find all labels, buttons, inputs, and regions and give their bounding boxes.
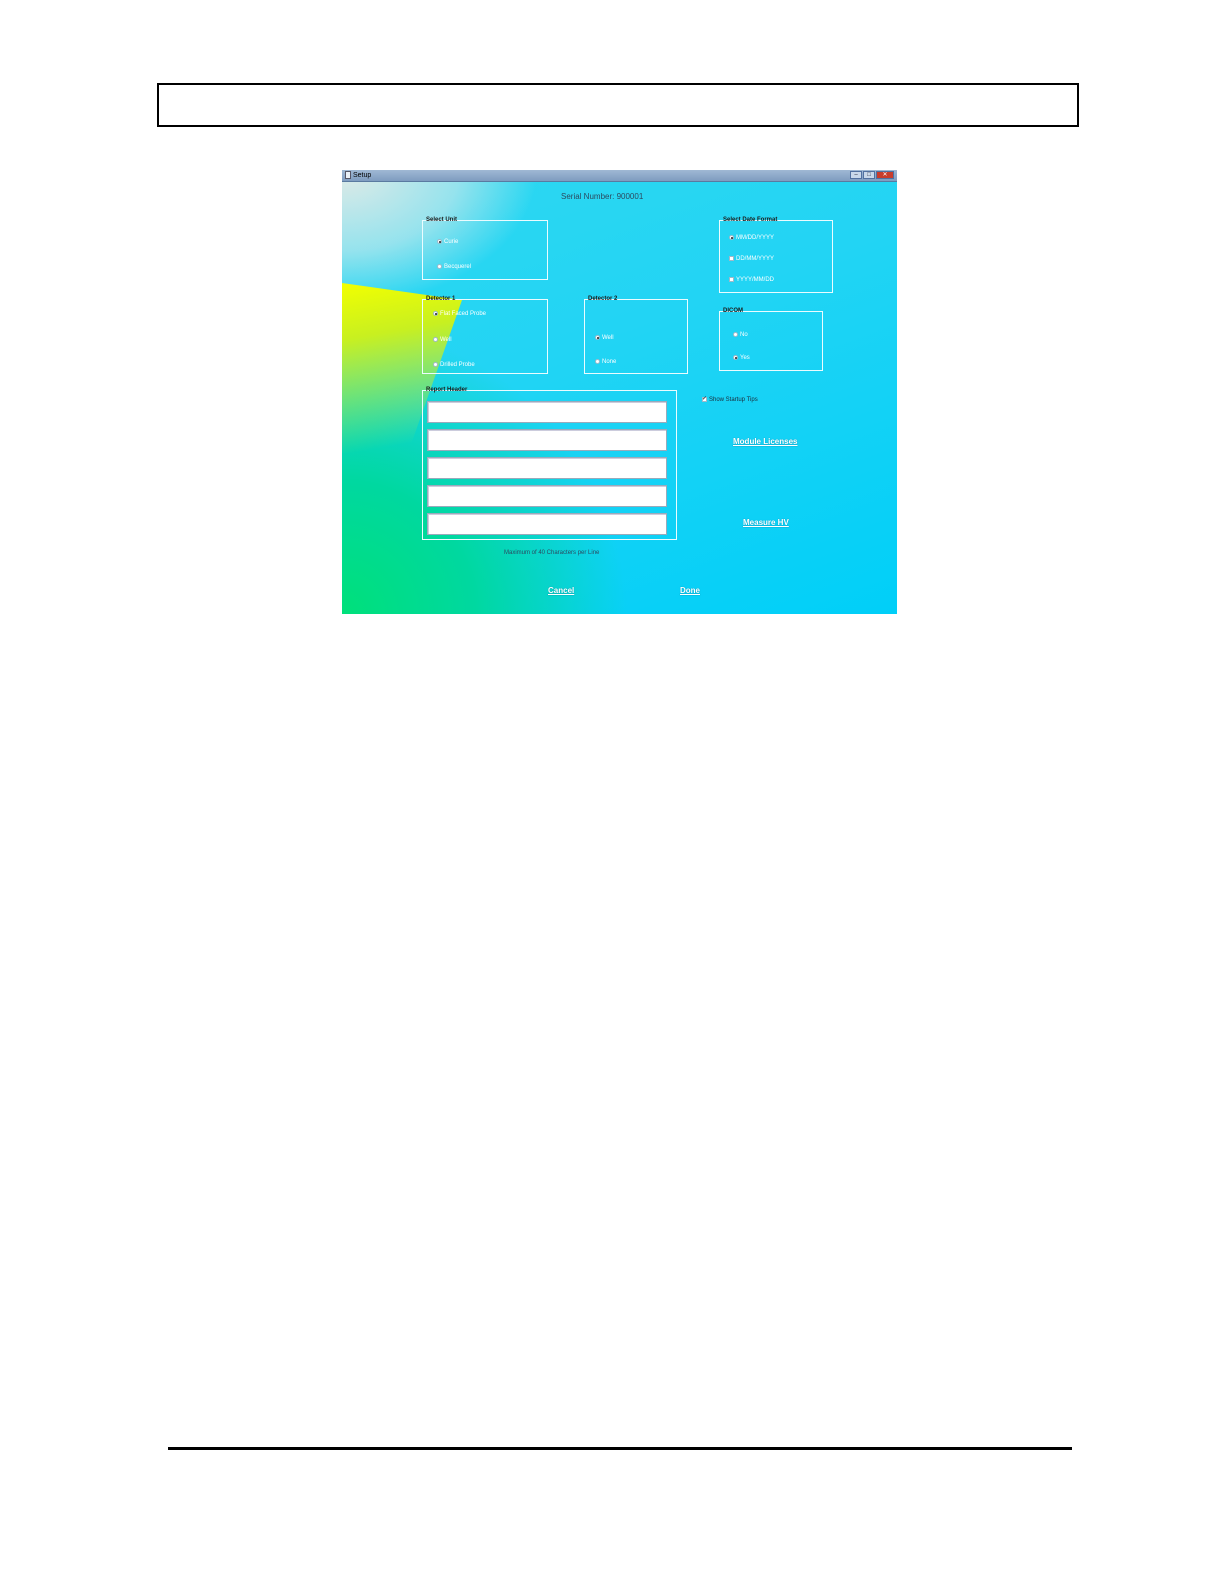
date-format-title: Select Date Format <box>723 217 778 223</box>
checkbox-label: Show Startup Tips <box>709 397 758 403</box>
detector2-group: Detector 2 Well None <box>584 296 688 374</box>
option-label: Well <box>440 337 452 343</box>
radio-icon <box>433 336 438 342</box>
date-option-mmddyyyy[interactable]: MM/DD/YYYY <box>729 234 774 242</box>
select-unit-title: Select Unit <box>426 217 458 223</box>
dicom-option-yes[interactable]: Yes <box>733 354 750 362</box>
report-header-line-5[interactable] <box>427 513 667 535</box>
date-format-group: Select Date Format MM/DD/YYYY DD/MM/YYYY… <box>719 217 833 293</box>
option-label: Curie <box>444 239 459 245</box>
radio-icon <box>433 310 438 316</box>
app-icon <box>345 171 351 179</box>
radio-icon <box>437 238 442 244</box>
detector1-option-flat-faced-probe[interactable]: Flat Faced Probe <box>433 310 486 318</box>
option-label: YYYY/MM/DD <box>736 277 775 283</box>
option-label: Becquerel <box>444 264 472 270</box>
detector1-option-well[interactable]: Well <box>433 336 452 344</box>
detector2-option-well[interactable]: Well <box>595 334 614 342</box>
radio-icon <box>729 234 734 240</box>
setup-window: Setup – □ ✕ Serial Number: 900001 Select… <box>342 170 897 614</box>
report-header-line-2[interactable] <box>427 429 667 451</box>
option-label: DD/MM/YYYY <box>736 256 775 262</box>
dicom-group: DICOM No Yes <box>719 308 823 371</box>
radio-icon <box>729 255 734 261</box>
footer-rule <box>168 1447 1072 1450</box>
report-header-line-1[interactable] <box>427 401 667 423</box>
detector2-title: Detector 2 <box>588 296 618 302</box>
option-label: None <box>602 359 617 365</box>
radio-icon <box>433 361 438 367</box>
radio-icon <box>595 334 600 340</box>
detector1-option-drilled-probe[interactable]: Drilled Probe <box>433 361 475 369</box>
measure-hv-button[interactable]: Measure HV <box>743 518 789 527</box>
detector1-group: Detector 1 Flat Faced Probe Well Drilled… <box>422 296 548 374</box>
module-licenses-button[interactable]: Module Licenses <box>733 437 797 446</box>
serial-number: Serial Number: 900001 <box>561 192 644 201</box>
minimize-button[interactable]: – <box>850 171 862 179</box>
radio-icon <box>733 331 738 337</box>
dicom-option-no[interactable]: No <box>733 331 748 339</box>
option-label: Flat Faced Probe <box>440 311 487 317</box>
close-button[interactable]: ✕ <box>876 171 894 179</box>
title-bar[interactable]: Setup – □ ✕ <box>342 170 897 182</box>
radio-icon <box>437 263 442 269</box>
report-header-title: Report Header <box>426 387 468 393</box>
radio-icon <box>729 276 734 282</box>
done-button[interactable]: Done <box>680 586 700 595</box>
page-header-box <box>157 83 1079 127</box>
option-label: MM/DD/YYYY <box>736 235 775 241</box>
radio-icon <box>595 358 600 364</box>
report-header-hint: Maximum of 40 Characters per Line <box>504 550 600 556</box>
option-label: No <box>740 332 748 338</box>
report-header-line-3[interactable] <box>427 457 667 479</box>
unit-option-curie[interactable]: Curie <box>437 238 458 246</box>
option-label: Yes <box>740 355 750 361</box>
detector1-title: Detector 1 <box>426 296 456 302</box>
show-startup-tips-checkbox[interactable]: Show Startup Tips <box>702 395 758 404</box>
unit-option-becquerel[interactable]: Becquerel <box>437 263 471 271</box>
window-title: Setup <box>353 172 372 179</box>
option-label: Well <box>602 335 614 341</box>
date-option-ddmmyyyy[interactable]: DD/MM/YYYY <box>729 255 774 263</box>
option-label: Drilled Probe <box>440 362 475 368</box>
dicom-title: DICOM <box>723 308 743 314</box>
checkbox-icon <box>702 395 707 403</box>
report-header-line-4[interactable] <box>427 485 667 507</box>
detector2-option-none[interactable]: None <box>595 358 616 366</box>
radio-icon <box>733 354 738 360</box>
cancel-button[interactable]: Cancel <box>548 586 574 595</box>
select-unit-group: Select Unit Curie Becquerel <box>422 217 548 280</box>
date-option-yyyymmdd[interactable]: YYYY/MM/DD <box>729 276 774 284</box>
maximize-button[interactable]: □ <box>863 171 875 179</box>
